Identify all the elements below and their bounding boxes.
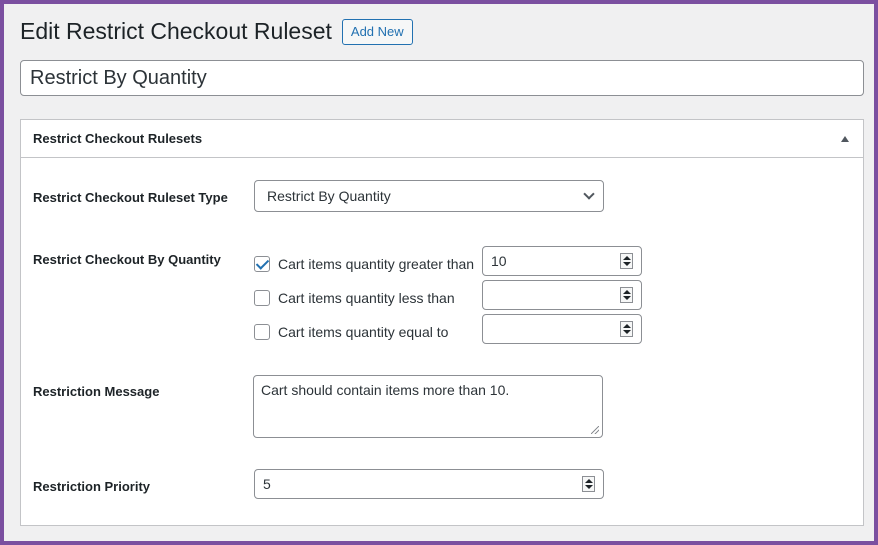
less-than-input[interactable] (482, 280, 642, 310)
less-than-label: Cart items quantity less than (278, 290, 455, 306)
resize-grip-icon[interactable] (591, 426, 599, 434)
edit-screen: Edit Restrict Checkout Ruleset Add New R… (4, 4, 874, 541)
page-header: Edit Restrict Checkout Ruleset Add New (20, 18, 413, 45)
restriction-message-value: Cart should contain items more than 10. (261, 382, 510, 398)
restrict-checkout-rulesets-metabox: Restrict Checkout Rulesets Restrict Chec… (20, 119, 864, 526)
ruleset-type-selected: Restrict By Quantity (267, 188, 391, 204)
greater-than-option: Cart items quantity greater than (254, 256, 474, 272)
restriction-priority-value: 5 (263, 476, 271, 492)
add-new-button[interactable]: Add New (341, 18, 413, 45)
greater-than-spinner[interactable] (620, 253, 633, 269)
less-than-checkbox[interactable] (254, 290, 270, 306)
less-than-spinner[interactable] (620, 287, 633, 303)
less-than-option: Cart items quantity less than (254, 290, 455, 306)
restriction-priority-label: Restriction Priority (33, 479, 151, 494)
chevron-down-icon (583, 188, 595, 200)
equal-to-label: Cart items quantity equal to (278, 324, 449, 340)
greater-than-label: Cart items quantity greater than (278, 256, 475, 272)
metabox-title: Restrict Checkout Rulesets (33, 131, 203, 146)
restriction-priority-spinner[interactable] (582, 476, 595, 492)
equal-to-option: Cart items quantity equal to (254, 324, 448, 340)
metabox-header[interactable]: Restrict Checkout Rulesets (21, 120, 863, 158)
page-title: Edit Restrict Checkout Ruleset (20, 18, 332, 44)
post-title-input[interactable]: Restrict By Quantity (20, 60, 864, 96)
restriction-message-label: Restriction Message (33, 384, 160, 399)
restriction-message-textarea[interactable]: Cart should contain items more than 10. (253, 375, 603, 438)
equal-to-input[interactable] (482, 314, 642, 344)
restriction-priority-input[interactable]: 5 (254, 469, 604, 499)
collapse-arrow-icon[interactable] (841, 135, 849, 142)
greater-than-input[interactable]: 10 (482, 246, 642, 276)
equal-to-checkbox[interactable] (254, 324, 270, 340)
greater-than-checkbox[interactable] (254, 256, 270, 272)
equal-to-spinner[interactable] (620, 321, 633, 337)
by-quantity-label: Restrict Checkout By Quantity (33, 252, 221, 267)
greater-than-value: 10 (491, 253, 507, 269)
ruleset-type-label: Restrict Checkout Ruleset Type (33, 190, 228, 205)
ruleset-type-select[interactable]: Restrict By Quantity (254, 180, 604, 212)
